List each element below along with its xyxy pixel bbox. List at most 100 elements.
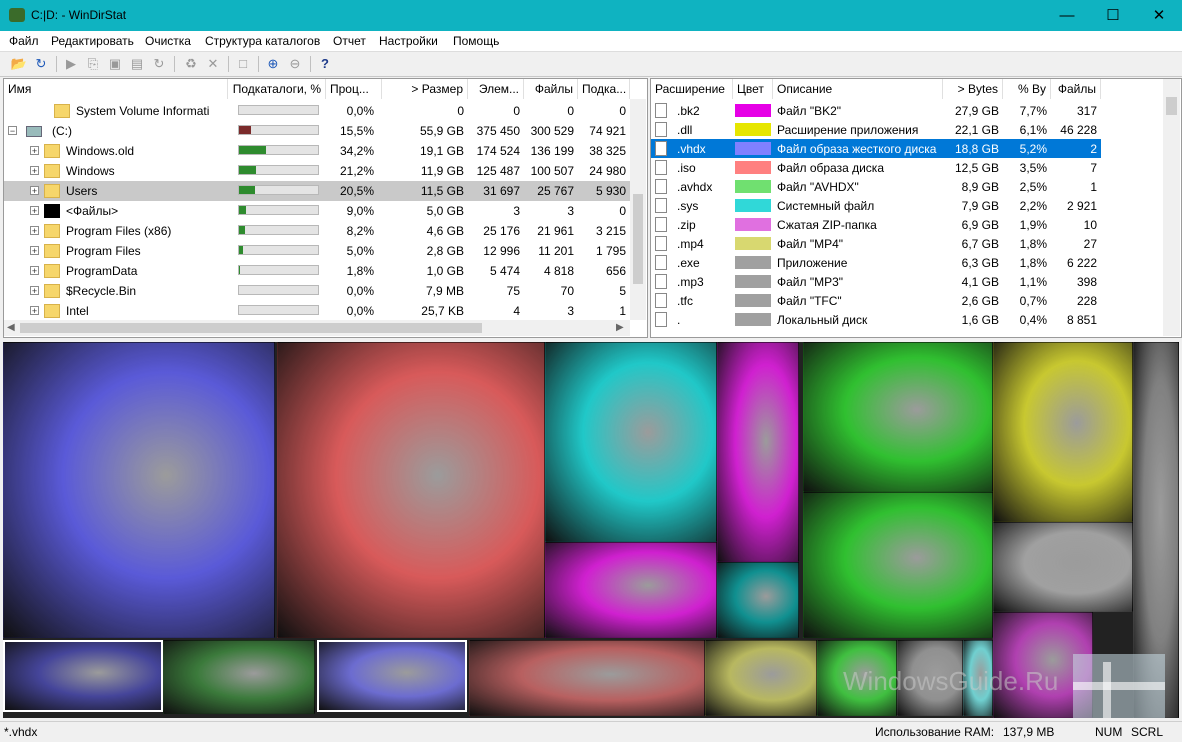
- extension-row[interactable]: .sys Системный файл 7,9 GB 2,2% 2 921: [651, 196, 1101, 215]
- tree-row[interactable]: + Intel 0,0% 25,7 KB 4 3 1: [4, 301, 630, 321]
- expand-toggle-icon[interactable]: +: [30, 266, 39, 276]
- explorer-icon[interactable]: ▣: [106, 55, 124, 73]
- treemap-tile[interactable]: [993, 522, 1133, 612]
- tree-header-files[interactable]: Файлы: [524, 79, 578, 99]
- minimize-button[interactable]: —: [1044, 0, 1090, 31]
- extension-row[interactable]: .iso Файл образа диска 12,5 GB 3,5% 7: [651, 158, 1101, 177]
- tree-row[interactable]: + ProgramData 1,8% 1,0 GB 5 474 4 818 656: [4, 261, 630, 281]
- expand-toggle-icon[interactable]: +: [30, 246, 39, 256]
- treemap-tile[interactable]: [993, 342, 1133, 522]
- treemap-view[interactable]: WindowsGuide.Ru: [3, 342, 1179, 718]
- extension-row[interactable]: .bk2 Файл "BK2" 27,9 GB 7,7% 317: [651, 101, 1101, 120]
- play-icon[interactable]: ▶: [62, 55, 80, 73]
- tree-row[interactable]: + Program Files (x86) 8,2% 4,6 GB 25 176 21 9…: [4, 221, 630, 241]
- new-folder-icon[interactable]: □: [234, 55, 252, 73]
- tree-row-name: Program Files: [66, 244, 141, 258]
- treemap-tile[interactable]: [317, 640, 467, 712]
- open-folder-icon[interactable]: 📂: [10, 55, 28, 73]
- maximize-button[interactable]: ☐: [1090, 0, 1136, 31]
- tree-row[interactable]: System Volume Informati 0,0% 0 0 0 0: [4, 101, 630, 121]
- treemap-tile[interactable]: [163, 640, 315, 714]
- tree-header-size[interactable]: > Размер: [382, 79, 468, 99]
- ext-vertical-scrollbar[interactable]: [1163, 79, 1180, 336]
- tree-row-files: 136 199: [530, 144, 574, 158]
- cmd-icon[interactable]: ▤: [128, 55, 146, 73]
- menu-settings[interactable]: Настройки: [379, 34, 438, 48]
- tree-row[interactable]: + Windows.old 34,2% 19,1 GB 174 524 136 199 38…: [4, 141, 630, 161]
- tree-header-name[interactable]: Имя: [4, 79, 228, 99]
- close-button[interactable]: ✕: [1136, 0, 1182, 31]
- treemap-tile[interactable]: [803, 342, 993, 492]
- zoom-in-icon[interactable]: ⊕: [264, 55, 282, 73]
- ext-vscroll-thumb[interactable]: [1166, 97, 1177, 115]
- tree-row[interactable]: + Windows 21,2% 11,9 GB 125 487 100 507 24 980: [4, 161, 630, 181]
- extension-files: 2: [1090, 142, 1097, 156]
- tree-vertical-scrollbar[interactable]: [630, 99, 646, 320]
- tree-row-name: Windows: [66, 164, 115, 178]
- treemap-tile[interactable]: [705, 640, 817, 716]
- expand-toggle-icon[interactable]: −: [8, 126, 17, 136]
- tree-row[interactable]: + $Recycle.Bin 0,0% 7,9 MB 75 70 5: [4, 281, 630, 301]
- treemap-tile[interactable]: [717, 342, 799, 562]
- expand-toggle-icon[interactable]: +: [30, 186, 39, 196]
- ext-header-color[interactable]: Цвет: [733, 79, 773, 99]
- treemap-tile[interactable]: [545, 542, 717, 638]
- expand-toggle-icon[interactable]: +: [30, 206, 39, 216]
- delete-icon[interactable]: ✕: [204, 55, 222, 73]
- tree-row[interactable]: + Program Files 5,0% 2,8 GB 12 996 11 201 1 79…: [4, 241, 630, 261]
- ext-header-extension[interactable]: Расширение: [651, 79, 733, 99]
- tree-header-percent[interactable]: Проц...: [326, 79, 382, 99]
- treemap-tile[interactable]: [545, 342, 717, 542]
- extension-row[interactable]: . Локальный диск 1,6 GB 0,4% 8 851: [651, 310, 1101, 329]
- extension-row[interactable]: .avhdx Файл "AVHDX" 8,9 GB 2,5% 1: [651, 177, 1101, 196]
- tree-header-subdirs[interactable]: Подкаталоги, %: [228, 79, 326, 99]
- tree-horizontal-scrollbar[interactable]: ◀ ▶: [4, 320, 630, 336]
- tree-header-items[interactable]: Элем...: [468, 79, 524, 99]
- ext-header-files[interactable]: Файлы: [1051, 79, 1101, 99]
- extension-bytes: 12,5 GB: [954, 161, 999, 175]
- treemap-tile[interactable]: [469, 640, 705, 716]
- expand-toggle-icon[interactable]: +: [30, 226, 39, 236]
- menu-report[interactable]: Отчет: [333, 34, 366, 48]
- extension-row[interactable]: .vhdx Файл образа жесткого диска 18,8 GB 5,…: [651, 139, 1101, 158]
- tree-vscroll-thumb[interactable]: [633, 194, 643, 284]
- tree-row[interactable]: + <Файлы> 9,0% 5,0 GB 3 3 0: [4, 201, 630, 221]
- scroll-left-icon[interactable]: ◀: [7, 322, 15, 333]
- copy-icon[interactable]: ⎘: [84, 55, 102, 73]
- expand-toggle-icon[interactable]: +: [30, 146, 39, 156]
- ext-header-bytes[interactable]: > Bytes: [943, 79, 1003, 99]
- zoom-out-icon[interactable]: ⊖: [286, 55, 304, 73]
- menu-help[interactable]: Помощь: [453, 34, 499, 48]
- extension-row[interactable]: .mp4 Файл "MP4" 6,7 GB 1,8% 27: [651, 234, 1101, 253]
- ext-header-description[interactable]: Описание: [773, 79, 943, 99]
- extension-percent: 2,2%: [1019, 199, 1047, 213]
- scroll-right-icon[interactable]: ▶: [616, 322, 624, 333]
- menu-cleanup[interactable]: Очистка: [145, 34, 191, 48]
- treemap-tile[interactable]: [277, 342, 545, 638]
- expand-toggle-icon[interactable]: +: [30, 286, 39, 296]
- recycle-icon[interactable]: ♻: [182, 55, 200, 73]
- ext-header-percent-bytes[interactable]: % By: [1003, 79, 1051, 99]
- expand-toggle-icon[interactable]: +: [30, 166, 39, 176]
- menu-tree-structure[interactable]: Структура каталогов: [205, 34, 320, 48]
- refresh-icon[interactable]: ↻: [32, 55, 50, 73]
- extension-row[interactable]: .tfc Файл "TFC" 2,6 GB 0,7% 228: [651, 291, 1101, 310]
- tree-header-subdirs-count[interactable]: Подка...: [578, 79, 630, 99]
- treemap-tile[interactable]: [3, 342, 275, 638]
- extension-row[interactable]: .zip Сжатая ZIP-папка 6,9 GB 1,9% 10: [651, 215, 1101, 234]
- tree-hscroll-thumb[interactable]: [20, 323, 482, 333]
- file-type-icon: [655, 293, 667, 308]
- help-icon[interactable]: ?: [316, 55, 334, 73]
- tree-row[interactable]: + Users 20,5% 11,5 GB 31 697 25 767 5 930: [4, 181, 630, 201]
- treemap-tile[interactable]: [717, 562, 799, 638]
- menu-edit[interactable]: Редактировать: [51, 34, 134, 48]
- expand-toggle-icon[interactable]: +: [30, 306, 39, 316]
- menu-file[interactable]: Файл: [9, 34, 39, 48]
- refresh-selected-icon[interactable]: ↻: [150, 55, 168, 73]
- extension-row[interactable]: .exe Приложение 6,3 GB 1,8% 6 222: [651, 253, 1101, 272]
- treemap-tile[interactable]: [3, 640, 163, 712]
- extension-row[interactable]: .mp3 Файл "MP3" 4,1 GB 1,1% 398: [651, 272, 1101, 291]
- extension-row[interactable]: .dll Расширение приложения 22,1 GB 6,1% 46 2…: [651, 120, 1101, 139]
- tree-row[interactable]: − (C:) 15,5% 55,9 GB 375 450 300 529 74 921: [4, 121, 630, 141]
- treemap-tile[interactable]: [803, 492, 993, 638]
